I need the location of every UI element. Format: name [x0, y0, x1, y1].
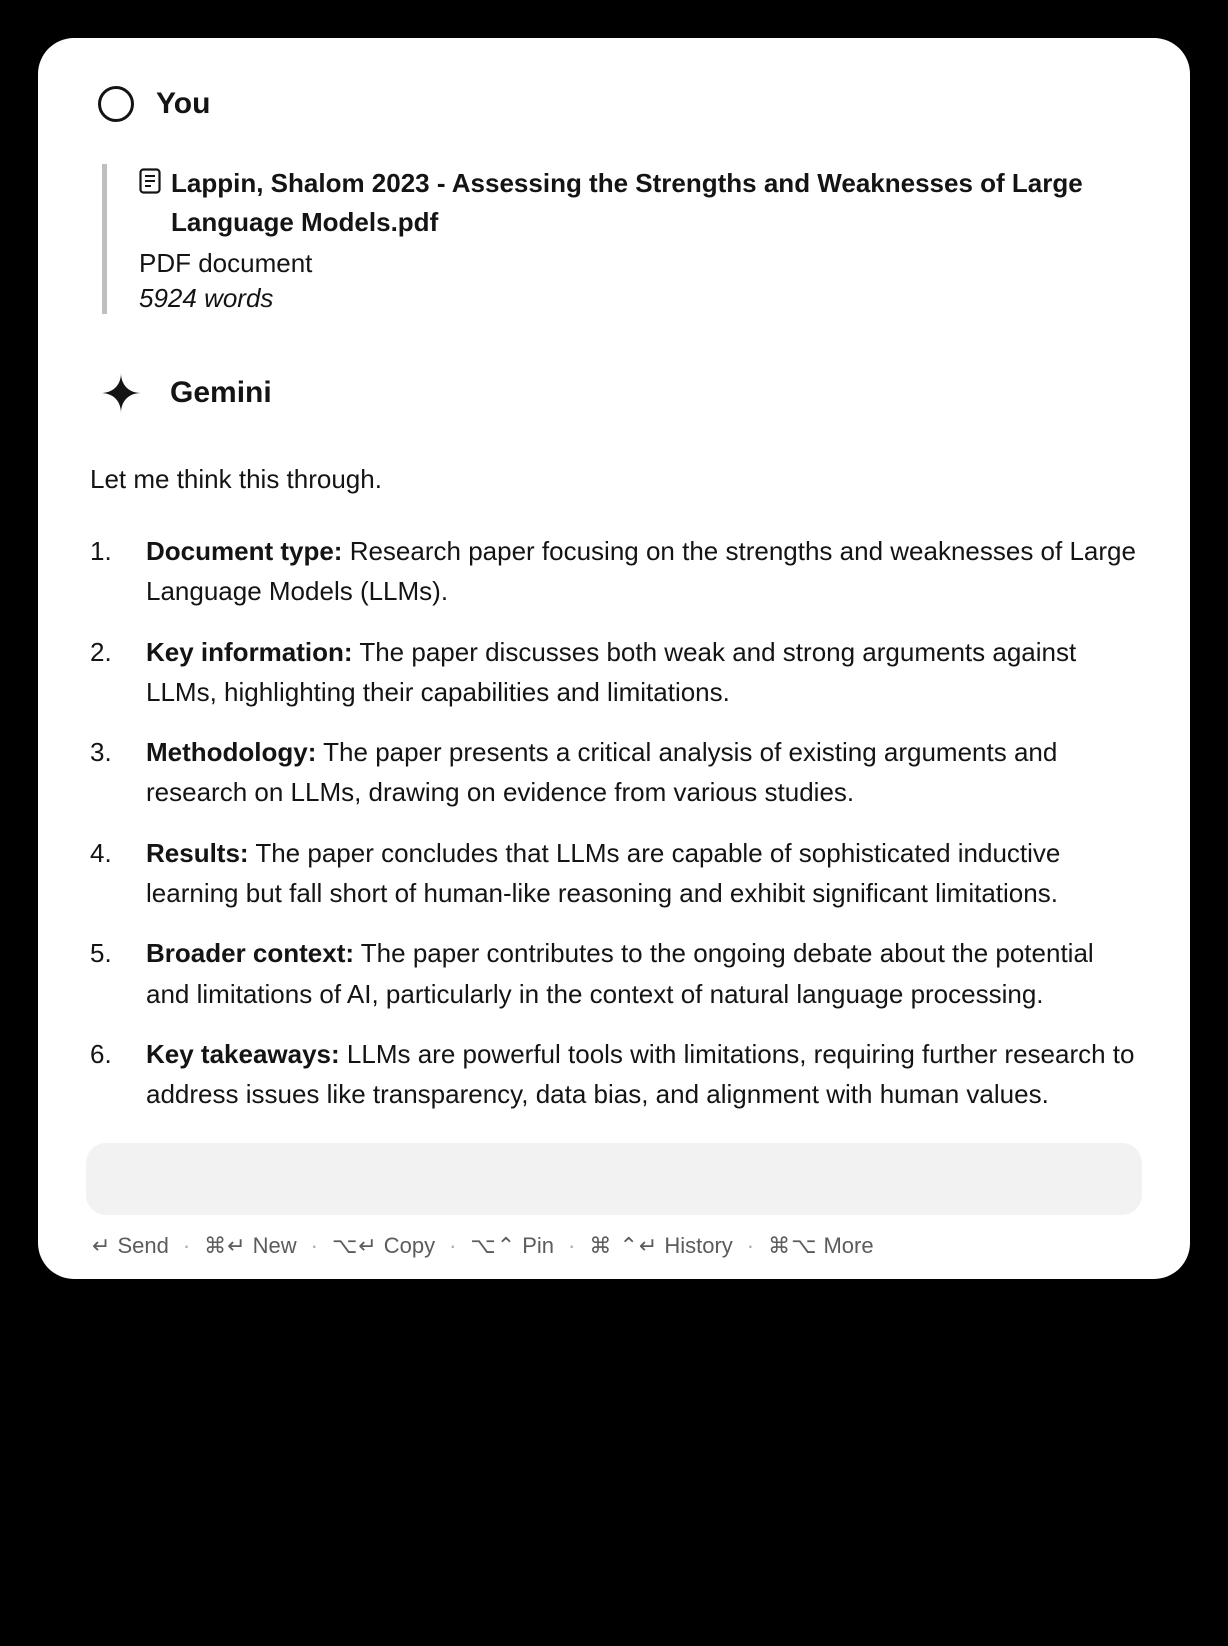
user-avatar-icon — [98, 86, 134, 122]
item-label: Key takeaways: — [146, 1039, 340, 1069]
attachment-word-count: 5924 words — [139, 283, 1142, 314]
separator: · — [183, 1233, 190, 1259]
separator: · — [449, 1233, 456, 1259]
separator: · — [747, 1233, 754, 1259]
document-icon — [139, 168, 161, 199]
user-header: You — [86, 86, 1142, 122]
user-name: You — [156, 87, 210, 121]
chat-card: You Lappin, Shalom 2023 - Assessing the … — [38, 38, 1190, 1279]
cmd-ctrl-enter-icon: ⌘ ⌃↵ — [589, 1233, 658, 1259]
item-label: Key information: — [146, 637, 353, 667]
enter-icon: ↵ — [92, 1233, 111, 1259]
item-label: Document type: — [146, 536, 342, 566]
history-label: History — [664, 1233, 732, 1259]
opt-enter-icon: ⌥↵ — [332, 1233, 378, 1259]
footer-shortcuts: ↵ Send · ⌘↵ New · ⌥↵ Copy · ⌥⌃ Pin · ⌘ ⌃… — [86, 1233, 1142, 1259]
attachment-block[interactable]: Lappin, Shalom 2023 - Assessing the Stre… — [102, 164, 1142, 314]
ai-header: Gemini — [86, 366, 1142, 420]
attachment-type: PDF document — [139, 248, 1142, 279]
more-label: More — [823, 1233, 873, 1259]
new-label: New — [253, 1233, 297, 1259]
send-button[interactable]: ↵ Send — [92, 1233, 169, 1259]
list-item: Broader context: The paper contributes t… — [90, 933, 1142, 1014]
ai-avatar-icon — [94, 366, 148, 420]
separator: · — [311, 1233, 318, 1259]
more-button[interactable]: ⌘⌥ More — [768, 1233, 873, 1259]
pin-button[interactable]: ⌥⌃ Pin — [470, 1233, 554, 1259]
opt-ctrl-icon: ⌥⌃ — [470, 1233, 516, 1259]
item-text: The paper concludes that LLMs are capabl… — [146, 838, 1060, 908]
list-item: Key information: The paper discusses bot… — [90, 632, 1142, 713]
cmd-opt-icon: ⌘⌥ — [768, 1233, 817, 1259]
new-button[interactable]: ⌘↵ New — [204, 1233, 296, 1259]
pin-label: Pin — [522, 1233, 554, 1259]
list-item: Document type: Research paper focusing o… — [90, 531, 1142, 612]
list-item: Methodology: The paper presents a critic… — [90, 732, 1142, 813]
history-button[interactable]: ⌘ ⌃↵ History — [589, 1233, 732, 1259]
ai-intro-text: Let me think this through. — [86, 464, 1142, 495]
copy-button[interactable]: ⌥↵ Copy — [332, 1233, 435, 1259]
separator: · — [568, 1233, 575, 1259]
attachment-title: Lappin, Shalom 2023 - Assessing the Stre… — [171, 164, 1142, 242]
ai-response-list: Document type: Research paper focusing o… — [86, 531, 1142, 1115]
item-label: Broader context: — [146, 938, 354, 968]
list-item: Key takeaways: LLMs are powerful tools w… — [90, 1034, 1142, 1115]
send-label: Send — [117, 1233, 168, 1259]
copy-label: Copy — [384, 1233, 435, 1259]
ai-name: Gemini — [170, 376, 272, 410]
item-label: Results: — [146, 838, 249, 868]
cmd-enter-icon: ⌘↵ — [204, 1233, 246, 1259]
message-input[interactable] — [86, 1143, 1142, 1215]
item-label: Methodology: — [146, 737, 316, 767]
list-item: Results: The paper concludes that LLMs a… — [90, 833, 1142, 914]
attachment-title-row: Lappin, Shalom 2023 - Assessing the Stre… — [139, 164, 1142, 242]
